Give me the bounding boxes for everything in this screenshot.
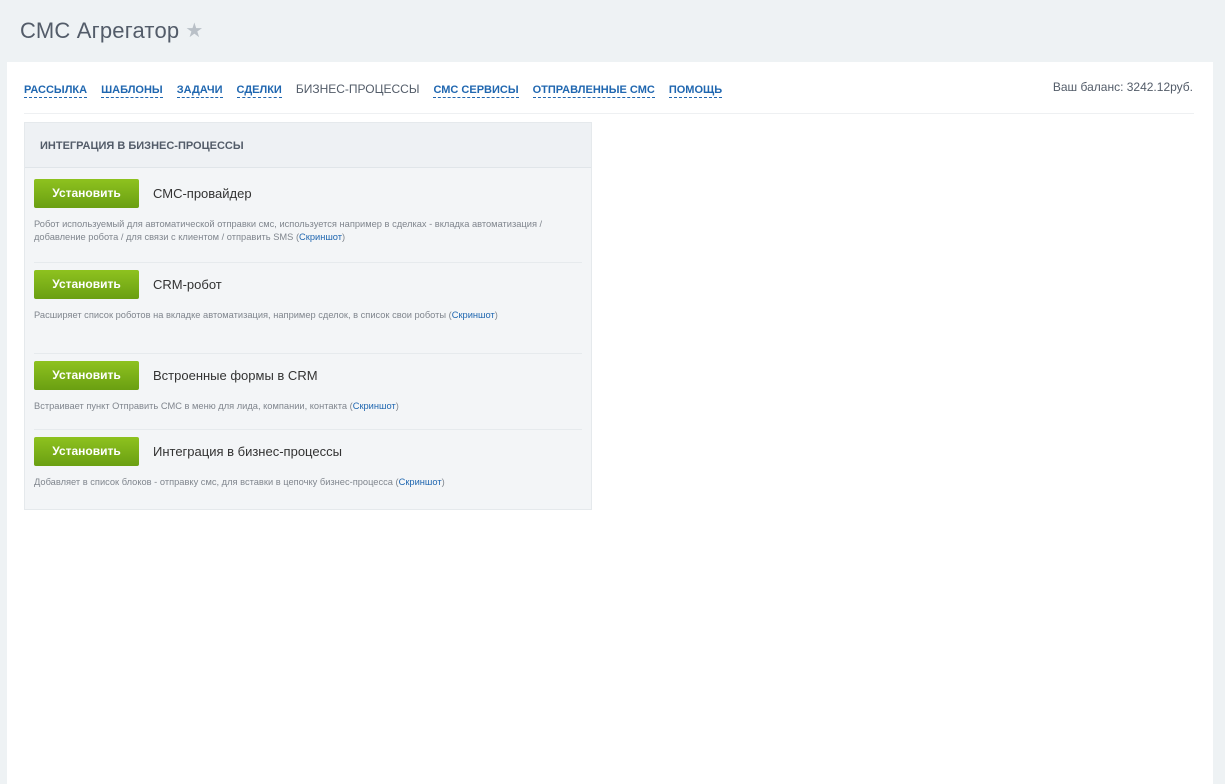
- install-button[interactable]: Установить: [34, 361, 139, 390]
- screenshot-link[interactable]: Скриншот: [299, 232, 342, 242]
- description-suffix: ): [441, 477, 445, 487]
- item-description: Робот используемый для автоматической от…: [34, 218, 582, 244]
- description-suffix: ): [342, 232, 346, 242]
- description-text: Робот используемый для автоматической от…: [34, 219, 543, 242]
- integration-panel: ИНТЕГРАЦИЯ В БИЗНЕС-ПРОЦЕССЫ Установить …: [24, 122, 592, 510]
- nav-item-tasks[interactable]: ЗАДАЧИ: [176, 84, 223, 98]
- description-text: Расширяет список роботов на вкладке авто…: [34, 310, 452, 320]
- install-button[interactable]: Установить: [34, 270, 139, 299]
- description-text: Добавляет в список блоков - отправку смс…: [34, 477, 399, 487]
- star-icon[interactable]: ★: [185, 18, 203, 43]
- nav-item-sent-sms[interactable]: ОТПРАВЛЕННЫЕ СМС: [532, 84, 655, 98]
- nav-item-deals[interactable]: СДЕЛКИ: [236, 84, 282, 98]
- item-divider: [34, 429, 582, 430]
- nav-item-business-processes[interactable]: БИЗНЕС-ПРОЦЕССЫ: [296, 83, 420, 97]
- nav-item-help[interactable]: ПОМОЩЬ: [668, 84, 723, 98]
- page-title: СМС Агрегатор ★: [20, 18, 203, 44]
- install-button[interactable]: Установить: [34, 437, 139, 466]
- panel-title: ИНТЕГРАЦИЯ В БИЗНЕС-ПРОЦЕССЫ: [40, 140, 244, 152]
- item-divider: [34, 353, 582, 354]
- description-text: Встраивает пункт Отправить СМС в меню дл…: [34, 401, 353, 411]
- screenshot-link[interactable]: Скриншот: [399, 477, 442, 487]
- panel-header: ИНТЕГРАЦИЯ В БИЗНЕС-ПРОЦЕССЫ: [25, 123, 591, 168]
- screenshot-link[interactable]: Скриншот: [452, 310, 495, 320]
- title-bar: СМС Агрегатор ★: [7, 7, 1213, 62]
- nav-item-templates[interactable]: ШАБЛОНЫ: [101, 84, 163, 98]
- balance-label: Ваш баланс: 3242.12руб.: [1052, 80, 1193, 94]
- item-description: Встраивает пункт Отправить СМС в меню дл…: [34, 400, 582, 413]
- nav-divider: [24, 113, 1194, 114]
- nav-item-mailing[interactable]: РАССЫЛКА: [24, 84, 88, 98]
- install-button[interactable]: Установить: [34, 179, 139, 208]
- screenshot-link[interactable]: Скриншот: [353, 401, 396, 411]
- item-divider: [34, 262, 582, 263]
- item-description: Добавляет в список блоков - отправку смс…: [34, 476, 582, 489]
- app-title-text: СМС Агрегатор: [20, 18, 180, 43]
- item-description: Расширяет список роботов на вкладке авто…: [34, 309, 582, 322]
- top-nav: РАССЫЛКА ШАБЛОНЫ ЗАДАЧИ СДЕЛКИ БИЗНЕС-ПРОЦЕС…: [24, 80, 1194, 100]
- item-name: Интеграция в бизнес-процессы: [153, 444, 342, 459]
- item-name: Встроенные формы в CRM: [153, 368, 318, 383]
- item-name: СМС-провайдер: [153, 186, 252, 201]
- description-suffix: ): [395, 401, 399, 411]
- nav-item-sms-services[interactable]: СМС СЕРВИСЫ: [433, 84, 519, 98]
- description-suffix: ): [494, 310, 498, 320]
- item-name: CRM-робот: [153, 277, 222, 292]
